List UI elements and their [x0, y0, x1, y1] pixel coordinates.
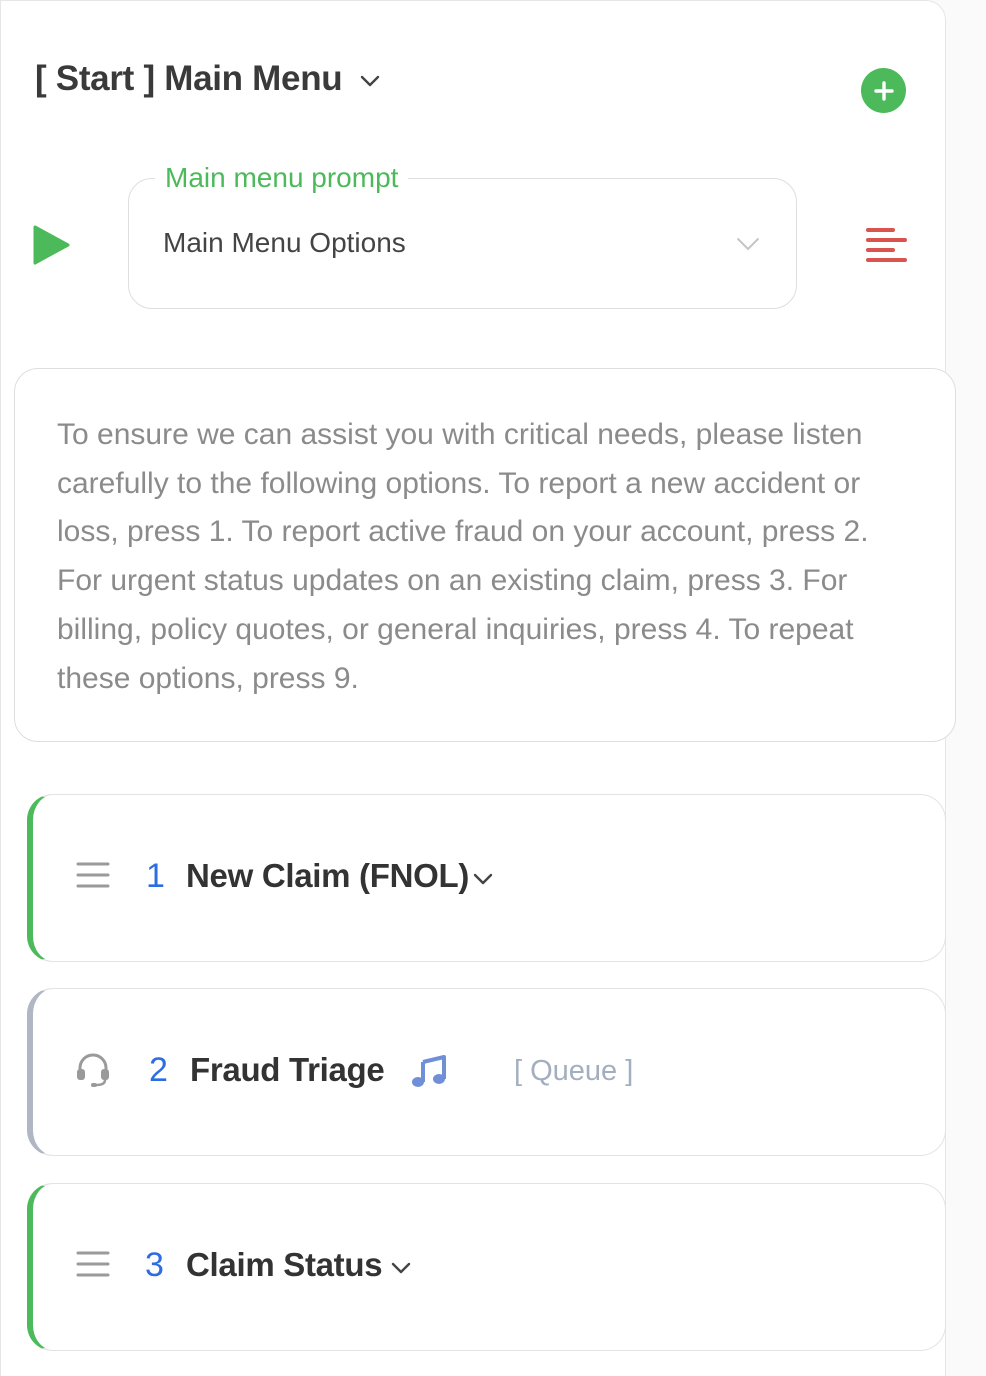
menu-option-1[interactable]: 1 New Claim (FNOL) — [27, 794, 946, 962]
chevron-down-icon[interactable] — [391, 1262, 411, 1274]
plus-circle-icon — [873, 80, 895, 102]
option-label: Claim Status — [186, 1246, 383, 1283]
prompt-text-box[interactable]: To ensure we can assist you with critica… — [14, 368, 956, 742]
option-number: 2 — [149, 1051, 168, 1089]
drag-handle-icon[interactable] — [73, 855, 113, 895]
prompt-text: To ensure we can assist you with critica… — [57, 418, 869, 695]
add-option-button[interactable] — [861, 68, 906, 113]
drag-handle-icon[interactable] — [73, 1244, 113, 1284]
main-menu-prompt-select[interactable]: Main menu prompt Main Menu Options — [128, 162, 797, 309]
chevron-down-icon[interactable] — [473, 873, 493, 885]
option-number: 3 — [145, 1246, 164, 1284]
chevron-down-icon — [736, 237, 760, 251]
option-type-label: [ Queue ] — [514, 1055, 634, 1087]
menu-option-2[interactable]: 2 Fraud Triage [ Queue ] — [27, 988, 946, 1156]
option-number: 1 — [146, 857, 165, 895]
headset-icon — [73, 1049, 113, 1089]
menu-panel: [ Start ] Main Menu Main menu prompt Mai… — [0, 0, 956, 1376]
chevron-down-icon[interactable] — [360, 75, 380, 87]
play-icon — [32, 224, 70, 266]
option-label: Fraud Triage — [190, 1051, 385, 1088]
menu-option-3[interactable]: 3 Claim Status — [27, 1183, 946, 1351]
prompt-select-label: Main menu prompt — [155, 162, 409, 194]
prompt-selected-value: Main Menu Options — [163, 227, 406, 258]
music-note-icon[interactable] — [411, 1054, 447, 1088]
prompt-text-toggle-button[interactable] — [863, 223, 909, 269]
align-left-icon — [865, 226, 907, 266]
option-label: New Claim (FNOL) — [186, 857, 470, 894]
play-prompt-button[interactable] — [31, 223, 71, 267]
menu-title: [ Start ] Main Menu — [35, 59, 343, 98]
menu-header[interactable]: [ Start ] Main Menu — [35, 59, 380, 99]
